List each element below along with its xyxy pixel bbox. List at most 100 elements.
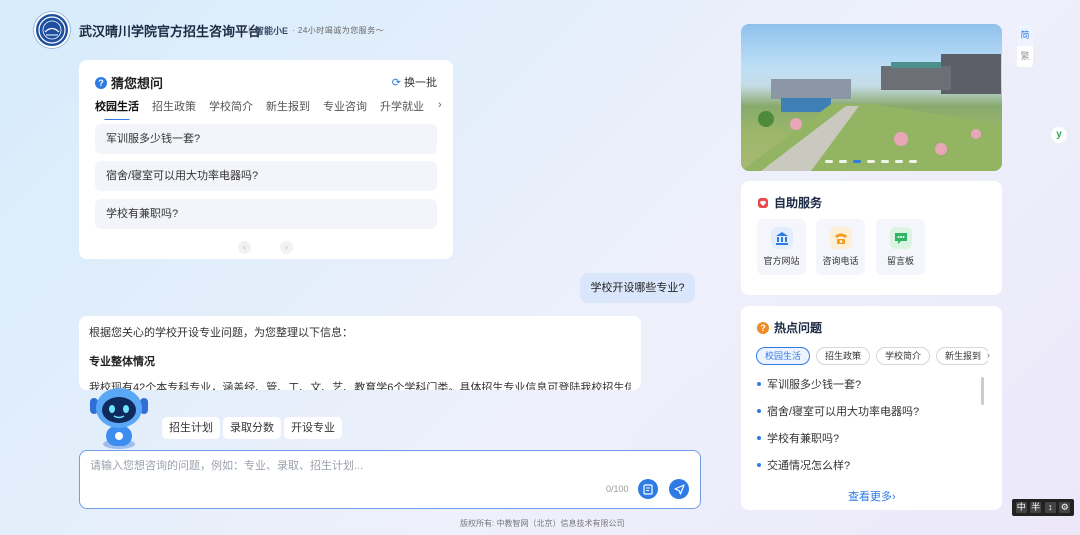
quick-chip-admission-plan[interactable]: 招生计划	[162, 417, 220, 439]
hot-question-item[interactable]: 学校有兼职吗?	[757, 430, 839, 446]
hot-question-item[interactable]: 宿舍/寝室可以用大功率电器吗?	[757, 403, 919, 419]
hot-question-text: 交通情况怎么样?	[767, 460, 851, 472]
hot-questions-panel: ? 热点问题 校园生活 招生政策 学校简介 新生报到 › 军训服多少钱一套? 宿…	[741, 306, 1002, 510]
self-service-title: 自助服务	[757, 194, 822, 211]
campus-banner-image	[741, 24, 1002, 171]
hot-question-text: 宿舍/寝室可以用大功率电器吗?	[767, 406, 920, 418]
self-service-panel: 自助服务 官方网站 咨询电话 留言板	[741, 181, 1002, 295]
school-logo	[34, 12, 70, 48]
hot-question-text: 学校有兼职吗?	[767, 433, 840, 445]
next-page-icon[interactable]: ›	[280, 241, 293, 254]
ime-settings-icon[interactable]: ⚙	[1059, 502, 1071, 513]
tabs-next-icon[interactable]: ›	[438, 99, 442, 111]
carousel-dot[interactable]	[825, 160, 833, 163]
hot-tabs: 校园生活 招生政策 学校简介 新生报到	[756, 347, 988, 365]
answer-body: 我校现有42个本专科专业，涵盖经、管、工、文、艺、教育学6个学科门类。具体招生专…	[89, 382, 631, 390]
robot-mascot-icon	[84, 384, 154, 450]
language-toggle: 简 繁	[1017, 25, 1033, 67]
refresh-icon: ⟳	[391, 76, 401, 89]
bullet-icon	[757, 382, 761, 386]
school-emblem-icon	[38, 16, 66, 44]
send-icon	[673, 483, 685, 495]
self-service-title-text: 自助服务	[774, 196, 823, 210]
hot-tabs-next-icon[interactable]: ›	[987, 350, 990, 360]
bullet-icon	[757, 463, 761, 467]
phone-icon	[829, 227, 852, 249]
char-counter: 0/100	[606, 484, 629, 494]
ime-toolbar: 中 半 ↕ ⚙	[1012, 499, 1074, 516]
simplified-chinese-button[interactable]: 简	[1017, 25, 1033, 46]
tab-admission-policy[interactable]: 招生政策	[152, 98, 196, 120]
guess-tabs: 校园生活 招生政策 学校简介 新生报到 专业咨询 升学就业 留学	[95, 98, 435, 120]
hot-questions-title: ? 热点问题	[757, 319, 822, 336]
refresh-label: 换一批	[404, 77, 437, 89]
new-chat-icon	[642, 483, 653, 495]
bot-answer-bubble: 根据您关心的学校开设专业问题，为您整理以下信息： 专业整体情况 我校现有42个本…	[79, 316, 641, 390]
carousel-dot[interactable]	[881, 160, 889, 163]
bank-icon	[770, 227, 793, 249]
guess-question[interactable]: 学校有兼职吗?	[95, 199, 437, 229]
ime-halfwidth-toggle[interactable]: 半	[1030, 502, 1042, 513]
carousel-dot[interactable]	[839, 160, 847, 163]
hot-title-text: 热点问题	[774, 321, 823, 335]
carousel-dot[interactable]	[867, 160, 875, 163]
ime-punct-toggle[interactable]: ↕	[1044, 502, 1056, 513]
hot-question-text: 军训服多少钱一套?	[767, 379, 862, 391]
official-website-label: 官方网站	[763, 256, 800, 266]
carousel-dot[interactable]	[909, 160, 917, 163]
heart-shield-icon	[758, 197, 768, 208]
message-board-button[interactable]: 留言板	[876, 219, 925, 275]
header-slogan: · 24小时竭诚为您服务～	[292, 26, 385, 35]
guess-question[interactable]: 宿舍/寝室可以用大功率电器吗?	[95, 161, 437, 191]
new-chat-button[interactable]	[638, 479, 658, 499]
banner-carousel-dots	[825, 160, 917, 163]
hot-question-item[interactable]: 交通情况怎么样?	[757, 457, 850, 473]
send-button[interactable]	[669, 479, 689, 499]
quick-chip-admission-score[interactable]: 录取分数	[223, 417, 281, 439]
refresh-button[interactable]: ⟳ 换一批	[392, 74, 437, 90]
bullet-icon	[757, 436, 761, 440]
official-website-button[interactable]: 官方网站	[757, 219, 806, 275]
guess-panel-title: ? 猜您想问	[95, 73, 163, 92]
tab-major-consult[interactable]: 专业咨询	[323, 98, 367, 120]
question-icon: ?	[95, 76, 107, 89]
ime-chinese-toggle[interactable]: 中	[1015, 502, 1027, 513]
tab-campus-life[interactable]: 校园生活	[95, 98, 139, 120]
copyright-text: 版权所有: 中教智网（北京）信息技术有限公司	[460, 519, 625, 528]
traditional-chinese-button[interactable]: 繁	[1017, 46, 1033, 67]
carousel-dot-active[interactable]	[853, 160, 861, 163]
guess-question[interactable]: 军训服多少钱一套?	[95, 124, 437, 154]
quick-chip-majors[interactable]: 开设专业	[284, 417, 342, 439]
hot-list-scrollbar[interactable]	[981, 377, 984, 405]
answer-heading: 专业整体情况	[89, 356, 155, 368]
hot-tab-freshman-report[interactable]: 新生报到	[936, 347, 988, 365]
view-more-link[interactable]: 查看更多›	[848, 488, 896, 504]
chat-input-box: 0/100	[79, 450, 701, 509]
tab-school-intro[interactable]: 学校简介	[209, 98, 253, 120]
hot-tab-campus-life[interactable]: 校园生活	[756, 347, 811, 365]
platform-title: 武汉晴川学院官方招生咨询平台	[79, 24, 262, 39]
brand-name: 智能小E	[255, 26, 289, 36]
guess-panel: ? 猜您想问 ⟳ 换一批 校园生活 招生政策 学校简介 新生报到 专业咨询 升学…	[79, 60, 453, 259]
hot-tab-school-intro[interactable]: 学校简介	[876, 347, 931, 365]
hot-question-icon: ?	[757, 321, 769, 334]
floating-assistant-icon[interactable]: y	[1051, 127, 1067, 143]
consult-phone-button[interactable]: 咨询电话	[816, 219, 865, 275]
user-message-bubble: 学校开设哪些专业?	[580, 273, 695, 303]
bullet-icon	[757, 409, 761, 413]
campus-photo	[741, 54, 1002, 171]
header-separator: |	[248, 24, 251, 34]
answer-intro: 根据您关心的学校开设专业问题，为您整理以下信息：	[89, 327, 353, 339]
guess-title-text: 猜您想问	[111, 76, 164, 91]
message-icon	[889, 227, 912, 249]
hot-tab-admission-policy[interactable]: 招生政策	[816, 347, 871, 365]
hot-question-item[interactable]: 军训服多少钱一套?	[757, 376, 861, 392]
consult-phone-label: 咨询电话	[822, 256, 859, 266]
chevron-right-icon: ›	[892, 491, 896, 503]
prev-page-icon[interactable]: ‹	[238, 241, 251, 254]
chat-input[interactable]	[90, 457, 690, 477]
message-board-label: 留言板	[886, 256, 914, 266]
tab-further-study[interactable]: 升学就业	[380, 98, 424, 120]
carousel-dot[interactable]	[895, 160, 903, 163]
tab-freshman-report[interactable]: 新生报到	[266, 98, 310, 120]
